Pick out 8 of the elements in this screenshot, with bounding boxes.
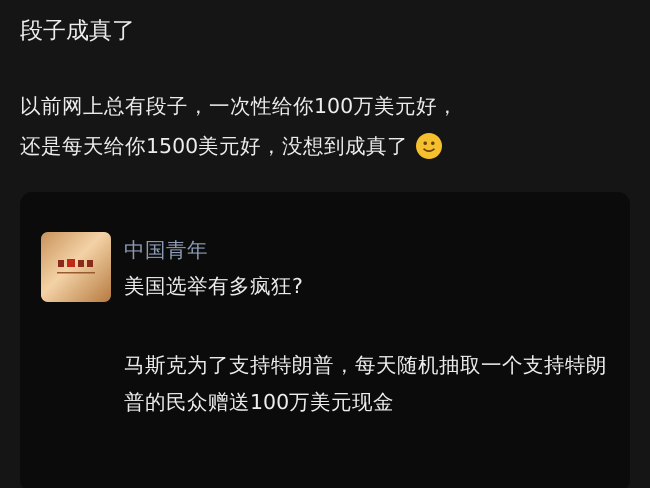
- logo-icon[interactable]: [41, 232, 111, 302]
- smiley-icon: [416, 133, 442, 159]
- post-text-line: 还是每天给你1500美元好，没想到成真了: [20, 133, 408, 160]
- post-text-line: 以前网上总有段子，一次性给你100万美元好，: [20, 93, 458, 120]
- post-title: 段子成真了: [20, 17, 135, 46]
- author-name[interactable]: 中国青年: [124, 232, 208, 268]
- quote-paragraph: 马斯克为了支持特朗普，每天随机抽取一个支持特朗普的民众赠送100万美元现金: [124, 352, 608, 416]
- quote-paragraph: 美国选举有多疯狂?: [124, 273, 304, 300]
